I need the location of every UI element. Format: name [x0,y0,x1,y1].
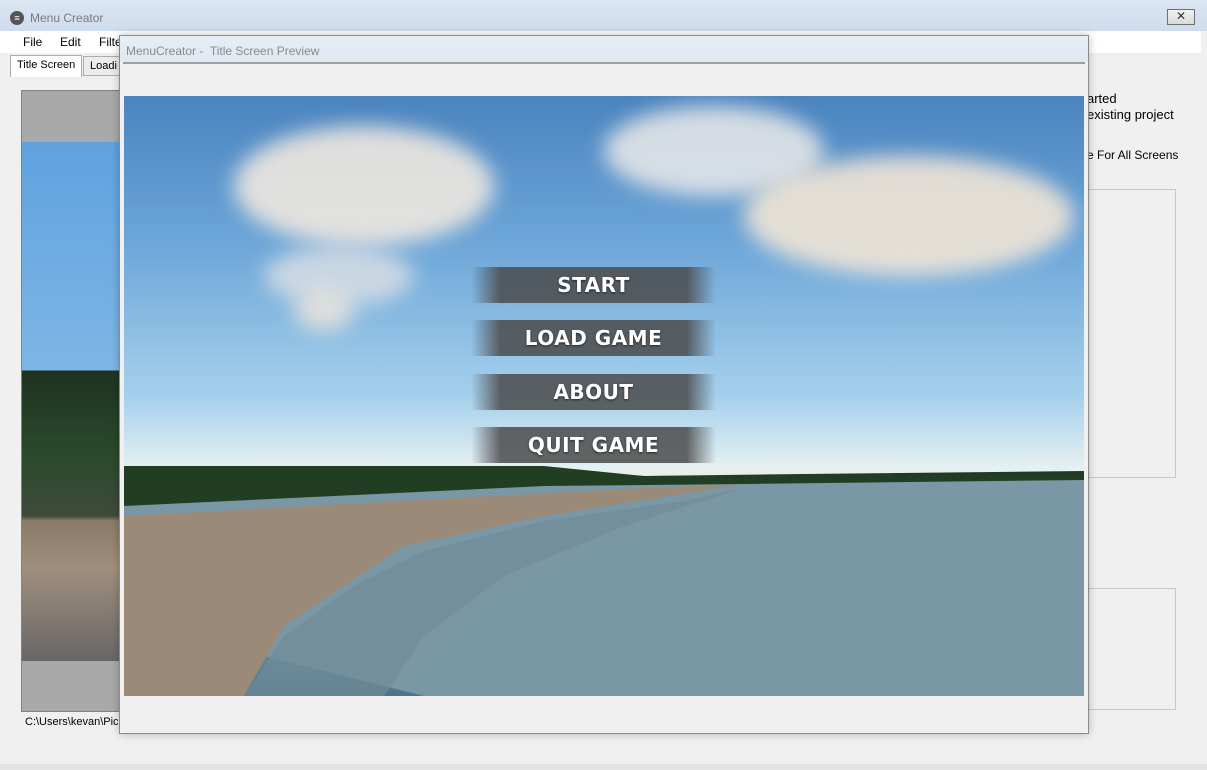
preview-toolbar [123,62,1085,97]
close-icon: ✕ [1175,9,1187,23]
cloud [744,156,1074,276]
help-text-line-2: existing project [1087,107,1174,122]
properties-panel [1087,189,1176,478]
start-button[interactable]: START [471,267,716,303]
cloud [234,126,494,246]
title-screen-preview: START LOAD GAME ABOUT QUIT GAME [124,96,1084,696]
beach-landscape [124,466,1084,696]
apply-all-screens-label[interactable]: e For All Screens [1087,148,1178,162]
preview-window: MenuCreator - Title Screen Preview START… [119,35,1089,734]
menu-edit[interactable]: Edit [60,35,81,49]
help-text-line-1: arted [1087,91,1117,106]
preview-titlebar[interactable]: MenuCreator - Title Screen Preview [120,36,1088,62]
image-path-label: C:\Users\kevan\Pic [25,716,119,728]
window-title: Menu Creator [30,11,104,25]
app-menu-icon[interactable]: ≡ [10,11,24,25]
main-titlebar[interactable]: ≡ Menu Creator ✕ [0,0,1207,31]
background-image [22,142,130,661]
tab-title-screen[interactable]: Title Screen [10,55,83,77]
status-bar [0,764,1207,770]
menu-file[interactable]: File [23,35,42,49]
cloud [294,291,354,331]
tab-loading-screen[interactable]: Loadi [83,56,124,76]
load-game-button[interactable]: LOAD GAME [471,320,716,356]
quit-game-button[interactable]: QUIT GAME [471,427,716,463]
screen-canvas[interactable] [21,90,131,712]
output-panel [1087,588,1176,710]
preview-title: MenuCreator - Title Screen Preview [126,44,320,58]
about-button[interactable]: ABOUT [471,374,716,410]
close-button[interactable]: ✕ [1167,9,1195,25]
